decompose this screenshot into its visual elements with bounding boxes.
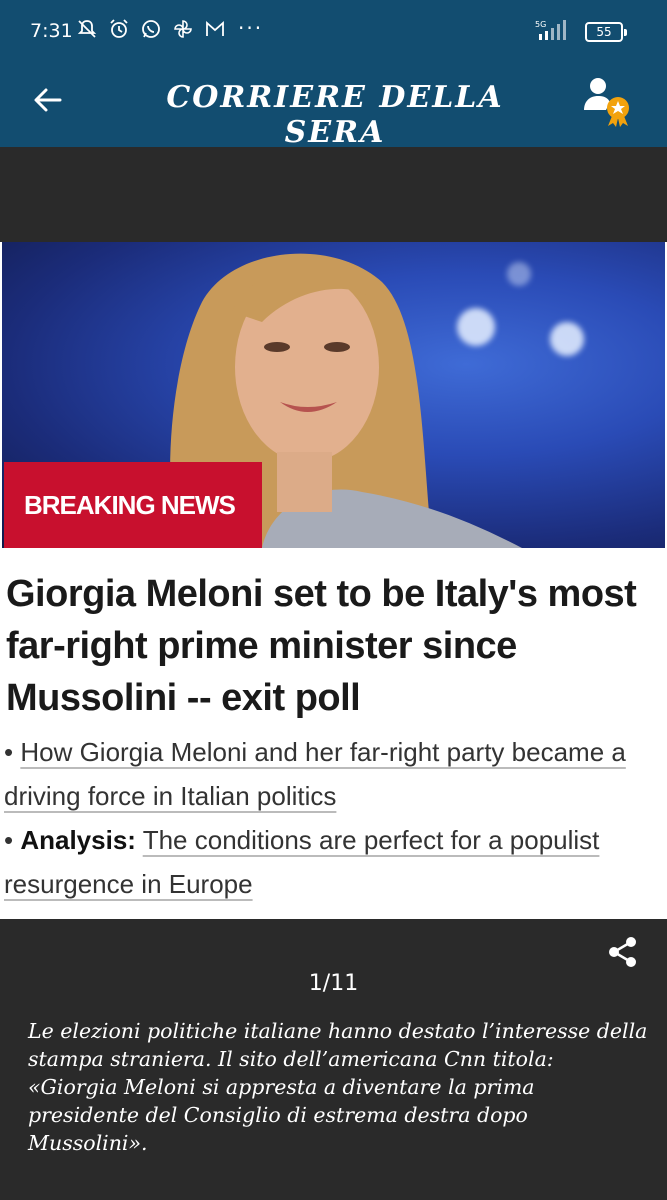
related-link-2: • Analysis: The conditions are perfect f… <box>4 825 600 899</box>
share-icon <box>609 937 636 967</box>
related-link-1: • How Giorgia Meloni and her far-right p… <box>4 737 626 811</box>
alarm-icon <box>108 18 130 40</box>
related-links: • How Giorgia Meloni and her far-right p… <box>4 730 644 906</box>
pinwheel-icon <box>172 18 194 40</box>
signal-icon: 5G <box>535 20 566 40</box>
newspaper-logo: CORRIERE DELLA SERA <box>166 80 504 150</box>
status-time: 7:31 <box>30 20 73 42</box>
battery-indicator: 55 <box>585 22 627 42</box>
share-button[interactable] <box>606 935 640 969</box>
analysis-label: Analysis: <box>20 825 136 855</box>
gallery-caption-area: 1/11 Le elezioni politiche italiane hann… <box>0 919 667 1200</box>
back-arrow-icon <box>34 88 62 112</box>
app-root: 7:31 ··· 5G 55 CORRIERE DELLA SERA BREAK… <box>0 0 667 1200</box>
notification-icons <box>76 18 226 40</box>
gallery-image[interactable]: BREAKING NEWS Giorgia Meloni set to be I… <box>0 242 667 919</box>
more-notifications: ··· <box>238 16 264 40</box>
muted-bell-icon <box>76 18 98 40</box>
status-bar: 7:31 ··· 5G 55 <box>0 0 667 64</box>
profile-button[interactable] <box>582 74 634 128</box>
article-headline: Giorgia Meloni set to be Italy's most fa… <box>6 573 637 719</box>
top-spacer <box>0 147 667 242</box>
breaking-news-badge: BREAKING NEWS <box>4 462 262 548</box>
profile-badge-icon <box>584 78 629 127</box>
network-label: 5G <box>535 20 546 29</box>
app-header: CORRIERE DELLA SERA <box>0 64 667 150</box>
back-button[interactable] <box>30 82 66 118</box>
slide-caption: Le elezioni politiche italiane hanno des… <box>28 1019 648 1155</box>
whatsapp-icon <box>140 18 162 40</box>
slide-counter: 1/11 <box>308 971 359 996</box>
related-link-1-text: How Giorgia Meloni and her far-right par… <box>4 737 626 811</box>
top-bar: 7:31 ··· 5G 55 CORRIERE DELLA SERA <box>0 0 667 150</box>
gmail-icon <box>204 18 226 40</box>
